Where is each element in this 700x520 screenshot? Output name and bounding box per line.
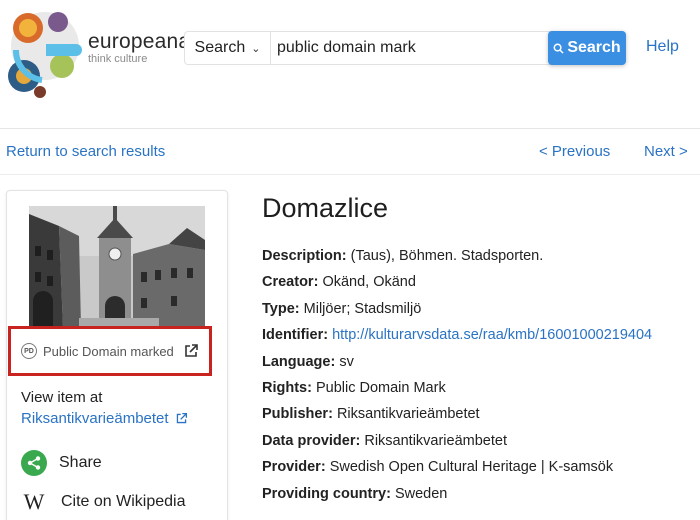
provider-link-label: Riksantikvarieämbetet: [21, 410, 169, 427]
previous-link[interactable]: < Previous: [539, 143, 610, 160]
search-button[interactable]: Search: [548, 31, 626, 65]
metadata-row: Language: sv: [262, 349, 692, 375]
metadata-row: Creator: Okänd, Okänd: [262, 269, 692, 295]
metadata-row: Rights: Public Domain Mark: [262, 375, 692, 401]
search-icon: [553, 43, 564, 54]
public-domain-icon: PD: [21, 343, 37, 359]
provider-link[interactable]: Riksantikvarieämbetet: [21, 410, 188, 427]
metadata-label: Data provider:: [262, 432, 361, 449]
metadata-row: Type: Miljöer; Stadsmiljö: [262, 296, 692, 322]
metadata-label: Provider:: [262, 459, 326, 476]
metadata-value: Public Domain Mark: [315, 380, 446, 397]
metadata-value: Miljöer; Stadsmiljö: [303, 300, 422, 317]
brand-name: europeana: [88, 30, 191, 53]
wikipedia-icon: W: [23, 489, 45, 514]
metadata-label: Identifier:: [262, 327, 329, 344]
metadata-value: Okänd, Okänd: [322, 274, 416, 291]
return-to-results-link[interactable]: Return to search results: [6, 143, 165, 160]
search-scope-label: Search: [194, 39, 246, 56]
help-link[interactable]: Help: [646, 38, 679, 56]
metadata-label: Rights:: [262, 380, 312, 397]
item-thumbnail[interactable]: [29, 206, 205, 328]
metadata-row: Description: (Taus), Böhmen. Stadsporten…: [262, 243, 692, 269]
metadata-value: Sweden: [394, 485, 448, 502]
external-link-icon: [185, 344, 198, 357]
share-label: Share: [59, 454, 102, 471]
nav-divider: [0, 174, 700, 175]
europeana-logo[interactable]: [6, 6, 84, 98]
metadata-list: Description: (Taus), Böhmen. Stadsporten…: [262, 243, 692, 507]
share-icon: [21, 450, 47, 476]
view-item-at-label: View item at: [21, 389, 103, 406]
external-link-icon: [176, 412, 187, 424]
metadata-row: Providing country: Sweden: [262, 481, 692, 507]
metadata-row: Publisher: Riksantikvarieämbetet: [262, 401, 692, 427]
cite-label: Cite on Wikipedia: [61, 493, 186, 510]
metadata-label: Type:: [262, 300, 300, 317]
rights-label: Public Domain marked: [43, 343, 174, 359]
metadata-value: (Taus), Böhmen. Stadsporten.: [350, 248, 544, 264]
brand-tagline: think culture: [88, 53, 148, 65]
chevron-down-icon: ⌄: [251, 42, 261, 55]
metadata-row: Provider: Swedish Open Cultural Heritage…: [262, 454, 692, 480]
share-button[interactable]: Share: [21, 450, 102, 476]
header-divider: [0, 128, 700, 129]
metadata-label: Publisher:: [262, 406, 333, 423]
metadata-label: Language:: [262, 353, 336, 370]
metadata-value: Riksantikvarieämbetet: [336, 406, 480, 423]
item-title: Domazlice: [262, 193, 389, 223]
cite-on-wikipedia-button[interactable]: W Cite on Wikipedia: [21, 489, 186, 515]
metadata-value: sv: [339, 353, 354, 370]
item-media-card: PD Public Domain marked View item at Rik…: [6, 190, 228, 520]
metadata-value: Riksantikvarieämbetet: [364, 432, 507, 449]
metadata-label: Creator:: [262, 274, 319, 291]
next-link[interactable]: Next >: [644, 143, 688, 160]
search-scope-select[interactable]: Search ⌄: [185, 32, 271, 64]
search-input[interactable]: [271, 32, 548, 64]
search-bar: Search ⌄ Search: [184, 31, 626, 65]
search-button-label: Search: [567, 39, 621, 56]
metadata-label: Description:: [262, 248, 347, 264]
identifier-link[interactable]: http://kulturarvsdata.se/raa/kmb/1600100…: [332, 327, 652, 343]
metadata-label: Providing country:: [262, 485, 391, 502]
metadata-row: Identifier: http://kulturarvsdata.se/raa…: [262, 322, 692, 348]
rights-statement-box[interactable]: PD Public Domain marked: [8, 326, 212, 376]
metadata-row: Data provider: Riksantikvarieämbetet: [262, 428, 692, 454]
metadata-value: Swedish Open Cultural Heritage | K-samsö…: [329, 459, 614, 476]
